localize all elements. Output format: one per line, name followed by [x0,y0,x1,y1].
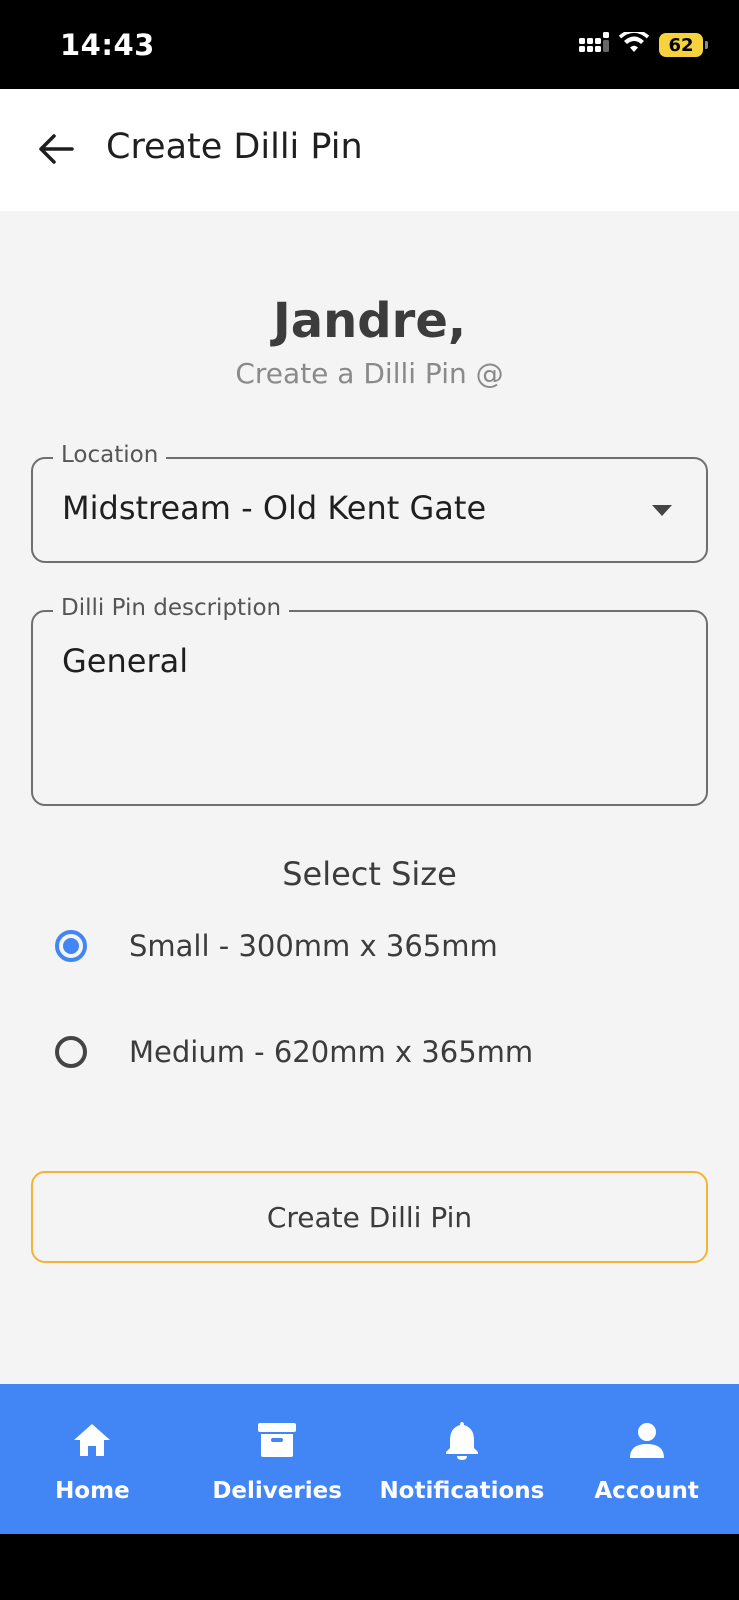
home-indicator-area [0,1534,739,1600]
size-option-label: Medium - 620mm x 365mm [129,1035,534,1069]
nav-item-account[interactable]: Account [554,1384,739,1534]
caret-down-icon [652,505,672,516]
greeting-name: Jandre, [272,293,467,349]
create-dilli-pin-button[interactable]: Create Dilli Pin [31,1171,708,1263]
main-content: Jandre, Create a Dilli Pin @ Location Mi… [0,211,739,1384]
nav-label-notifications: Notifications [379,1478,545,1504]
nav-label-deliveries: Deliveries [212,1478,342,1504]
wifi-icon [618,29,650,58]
back-button[interactable] [30,123,82,175]
signal-icon [579,32,609,58]
description-label: Dilli Pin description [53,595,290,621]
arrow-left-icon [39,134,74,164]
size-option-label: Small - 300mm x 365mm [129,929,498,963]
nav-label-home: Home [55,1478,130,1504]
nav-item-notifications[interactable]: Notifications [370,1384,555,1534]
location-value: Midstream - Old Kent Gate [62,489,487,527]
battery-level: 62 [668,34,694,56]
description-field[interactable]: Dilli Pin description General [31,595,708,806]
person-icon [625,1418,669,1462]
size-option-medium[interactable]: Medium - 620mm x 365mm [55,1022,533,1082]
page-title: Create Dilli Pin [106,127,363,167]
home-icon [70,1418,114,1462]
size-heading: Select Size [282,855,457,893]
nav-label-account: Account [594,1478,699,1504]
location-dropdown[interactable]: Location Midstream - Old Kent Gate [31,442,708,563]
battery-icon: 62 [659,33,708,57]
bell-icon [440,1418,484,1462]
radio-unselected-icon[interactable] [55,1036,87,1068]
nav-item-home[interactable]: Home [0,1384,185,1534]
status-bar: 14:43 62 [0,0,739,89]
greeting-subtitle: Create a Dilli Pin @ [235,357,504,390]
description-input[interactable]: General [62,642,662,782]
archive-box-icon [255,1418,299,1462]
status-time: 14:43 [60,28,155,62]
status-icons: 62 [579,29,708,58]
nav-item-deliveries[interactable]: Deliveries [185,1384,370,1534]
bottom-nav: Home Deliveries Notifications Account [0,1384,739,1534]
location-label: Location [53,442,167,468]
radio-selected-icon[interactable] [55,930,87,962]
size-option-small[interactable]: Small - 300mm x 365mm [55,916,498,976]
app-bar: Create Dilli Pin [0,89,739,211]
